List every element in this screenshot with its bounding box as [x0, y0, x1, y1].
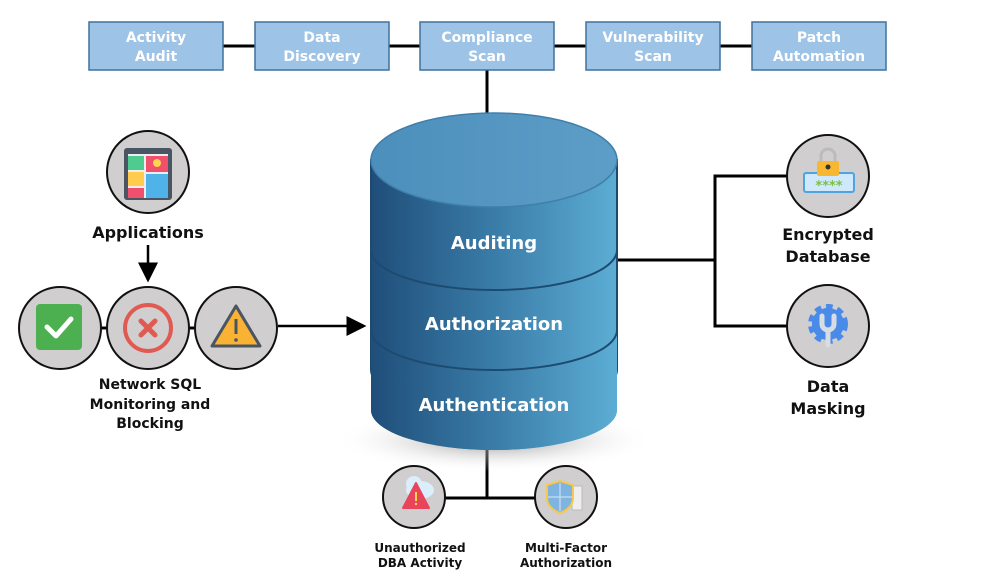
- module-label: Discovery: [283, 49, 360, 65]
- multi-factor-label: Multi-Factor: [525, 541, 607, 555]
- network-label: Network SQL: [99, 377, 202, 393]
- encrypted-database-label: Encrypted: [782, 225, 874, 244]
- module-label: Vulnerability: [602, 30, 703, 46]
- top-modules: Activity Audit Data Discovery Compliance…: [88, 21, 887, 71]
- mobile-app-icon: [124, 148, 172, 200]
- multi-factor-label: Authorization: [520, 556, 612, 570]
- svg-text:****: ****: [815, 179, 842, 194]
- unauthorized-dba-label: Unauthorized: [374, 541, 465, 555]
- applications-label: Applications: [92, 223, 204, 242]
- module-label: Patch: [797, 30, 841, 46]
- module-data-discovery[interactable]: Data Discovery: [254, 21, 390, 71]
- encrypted-database-node[interactable]: ****: [786, 134, 870, 218]
- applications-node[interactable]: [106, 130, 190, 214]
- layer-authentication: Authentication: [419, 395, 570, 416]
- data-masking-label: Data: [807, 377, 850, 396]
- unauthorized-dba-node[interactable]: [382, 465, 446, 529]
- allow-node[interactable]: [18, 286, 102, 370]
- module-patch-automation[interactable]: Patch Automation: [751, 21, 887, 71]
- database-security-diagram: Activity Audit Data Discovery Compliance…: [18, 21, 887, 570]
- layer-auditing: Auditing: [451, 233, 537, 254]
- module-label: Scan: [468, 49, 506, 65]
- module-label: Audit: [135, 49, 178, 65]
- encrypted-database-label: Database: [785, 247, 870, 266]
- database-cylinder: Auditing Authorization Authentication: [334, 112, 654, 472]
- network-label: Monitoring and: [90, 397, 211, 413]
- block-node[interactable]: [106, 286, 190, 370]
- module-label: Data: [303, 30, 340, 46]
- data-masking-label: Masking: [790, 399, 865, 418]
- check-icon: [36, 304, 82, 350]
- shield-checklist-icon: [546, 479, 583, 515]
- multi-factor-node[interactable]: [534, 465, 598, 529]
- module-label: Activity: [126, 30, 186, 46]
- cylinder-top: [370, 112, 618, 208]
- module-label: Scan: [634, 49, 672, 65]
- warning-node[interactable]: [194, 286, 278, 370]
- module-label: Compliance: [441, 30, 532, 46]
- network-sql-monitoring: [18, 286, 278, 370]
- data-masking-node[interactable]: [786, 284, 870, 368]
- module-compliance-scan[interactable]: Compliance Scan: [419, 21, 555, 71]
- network-label: Blocking: [116, 416, 183, 432]
- module-activity-audit[interactable]: Activity Audit: [88, 21, 224, 71]
- gear-wrench-icon: [808, 304, 848, 348]
- module-vulnerability-scan[interactable]: Vulnerability Scan: [585, 21, 721, 71]
- unauthorized-dba-label: DBA Activity: [378, 556, 462, 570]
- module-label: Automation: [773, 49, 865, 65]
- layer-authorization: Authorization: [425, 314, 563, 335]
